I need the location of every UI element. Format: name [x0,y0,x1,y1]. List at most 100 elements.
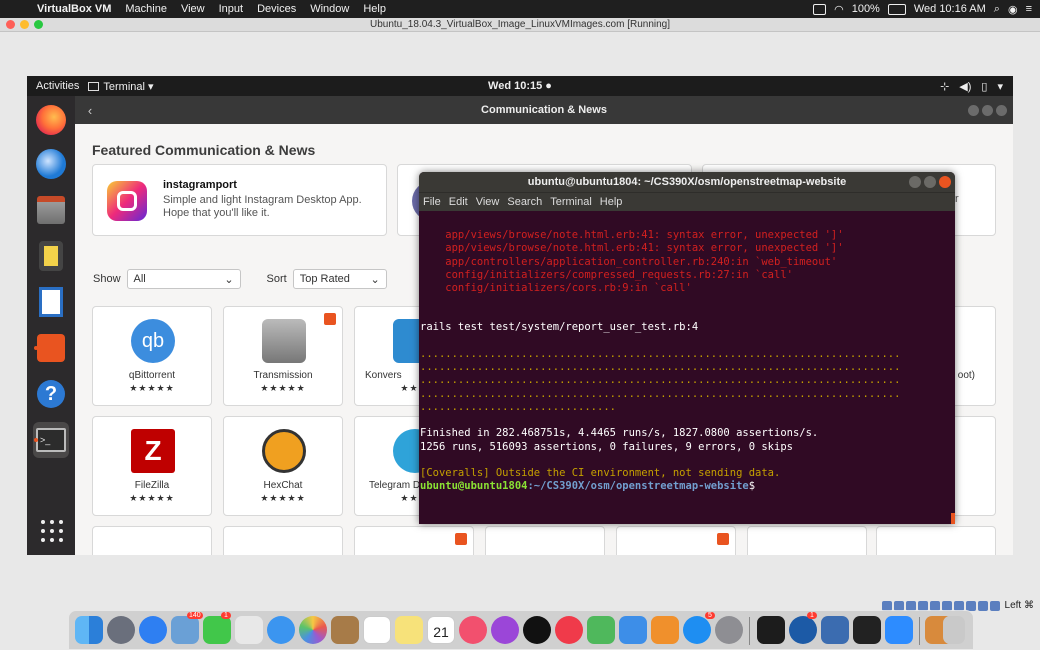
mail-icon[interactable] [171,616,199,644]
close-window-button[interactable] [6,20,15,29]
terminal-output[interactable]: app/views/browse/note.html.erb:41: synta… [419,211,955,493]
app-tile-transmission[interactable]: Transmission ★★★★★ [223,306,343,406]
minimize-window-button[interactable] [20,20,29,29]
steam-icon[interactable] [789,616,817,644]
keynote-icon[interactable] [619,616,647,644]
back-chevron-icon[interactable]: ‹ [75,103,105,118]
app-tile-hexchat[interactable]: HexChat ★★★★★ [223,416,343,516]
thunderbird-icon[interactable] [33,146,69,182]
featured-app-description: Simple and light Instagram Desktop App. … [163,194,362,219]
featured-card-instagramport[interactable]: instagramport Simple and light Instagram… [92,164,387,236]
app-tile-row3-2[interactable] [223,526,343,555]
system-preferences-icon[interactable] [715,616,743,644]
notification-center-icon[interactable]: ≡ [1026,3,1032,15]
numbers-icon[interactable] [587,616,615,644]
maximize-button[interactable] [982,104,993,116]
terminal-menu-edit[interactable]: Edit [449,196,468,208]
optical-drive-icon[interactable] [881,600,892,611]
maps-icon[interactable] [235,616,263,644]
menu-help[interactable]: Help [356,3,393,15]
app-menu-terminal[interactable]: Terminal ▾ [88,80,154,93]
virtualbox-icon[interactable] [821,616,849,644]
menu-input[interactable]: Input [212,3,250,15]
photos-icon[interactable] [299,616,327,644]
facetime-icon[interactable] [203,616,231,644]
display-icon[interactable] [941,600,952,611]
safari-icon[interactable] [139,616,167,644]
terminal-titlebar[interactable]: ubuntu@ubuntu1804: ~/CS390X/osm/openstre… [419,172,955,192]
calendar-icon[interactable]: 21 [427,616,455,644]
finder-icon[interactable] [75,616,103,644]
audio-icon[interactable] [893,600,904,611]
menubar-clock[interactable]: Wed 10:16 AM [914,3,986,15]
contacts-icon[interactable] [331,616,359,644]
help-icon[interactable]: ? [33,376,69,412]
app-tile-row3-5[interactable] [616,526,736,555]
zoom-window-button[interactable] [34,20,43,29]
wifi-icon[interactable]: ◠ [834,3,844,16]
libreoffice-writer-icon[interactable] [33,284,69,320]
app-tile-filezilla[interactable]: Z FileZilla ★★★★★ [92,416,212,516]
sort-select[interactable]: Top Rated ⌄ [292,269,387,289]
mouse-integration-icon[interactable] [977,600,988,611]
app-tile-row3-6[interactable] [747,526,867,555]
usb-icon[interactable] [917,600,928,611]
terminal-menu-help[interactable]: Help [600,196,623,208]
host-key-icon[interactable] [989,600,1000,611]
zoom-icon[interactable] [885,616,913,644]
software-center-icon[interactable] [33,330,69,366]
software-window-title: Communication & News [481,104,607,116]
terminal-menu-terminal[interactable]: Terminal [550,196,592,208]
battery-icon[interactable] [887,3,906,15]
pages-icon[interactable] [651,616,679,644]
messages-icon[interactable] [267,616,295,644]
podcasts-icon[interactable] [491,616,519,644]
notes-icon[interactable] [395,616,423,644]
show-applications-button[interactable] [41,520,63,542]
menu-window[interactable]: Window [303,3,356,15]
progress-dots-line: ........................................… [420,361,901,374]
cpu-icon[interactable] [965,600,976,611]
terminal-maximize-button[interactable] [924,176,936,188]
app-tile-qbittorrent[interactable]: qb qBittorrent ★★★★★ [92,306,212,406]
files-icon[interactable] [33,192,69,228]
app-tile-row3-4[interactable] [485,526,605,555]
trash-icon[interactable] [943,616,965,644]
spotlight-search-icon[interactable]: ⌕ [994,3,1000,16]
menu-machine[interactable]: Machine [118,3,174,15]
app-tile-row3-7[interactable] [876,526,996,555]
system-tray[interactable]: ⊹ ◀) ▯ ▾ [940,80,1013,93]
shared-folders-icon[interactable] [929,600,940,611]
menu-devices[interactable]: Devices [250,3,303,15]
terminal-minimize-button[interactable] [909,176,921,188]
launchpad-icon[interactable] [107,616,135,644]
terminal-menu-search[interactable]: Search [507,196,542,208]
recording-icon[interactable] [953,600,964,611]
siri-icon[interactable]: ◉ [1008,3,1018,16]
reminders-icon[interactable] [363,616,391,644]
activities-button[interactable]: Activities [27,80,88,92]
app-tile-row3-1[interactable] [92,526,212,555]
terminal-window[interactable]: ubuntu@ubuntu1804: ~/CS390X/osm/openstre… [419,172,955,524]
music-icon[interactable] [459,616,487,644]
ubuntu-clock[interactable]: Wed 10:15 ● [27,80,1013,92]
apple-tv-icon[interactable] [523,616,551,644]
show-select[interactable]: All ⌄ [126,269,241,289]
firefox-icon[interactable] [33,102,69,138]
close-button[interactable] [996,104,1007,116]
screen-record-icon[interactable] [813,3,827,15]
app-store-icon[interactable] [683,616,711,644]
terminal-menu-view[interactable]: View [476,196,500,208]
menu-view[interactable]: View [174,3,212,15]
terminal-app-icon[interactable] [757,616,785,644]
news-icon[interactable] [555,616,583,644]
terminal-menu-file[interactable]: File [423,196,441,208]
vm-window-icon[interactable] [853,616,881,644]
app-tile-row3-3[interactable] [354,526,474,555]
terminal-close-button[interactable] [939,176,951,188]
terminal-icon[interactable]: >_ [33,422,69,458]
rhythmbox-icon[interactable] [33,238,69,274]
menu-virtualbox[interactable]: VirtualBox VM [30,3,118,15]
minimize-button[interactable] [968,104,979,116]
network-adapter-icon[interactable] [905,600,916,611]
